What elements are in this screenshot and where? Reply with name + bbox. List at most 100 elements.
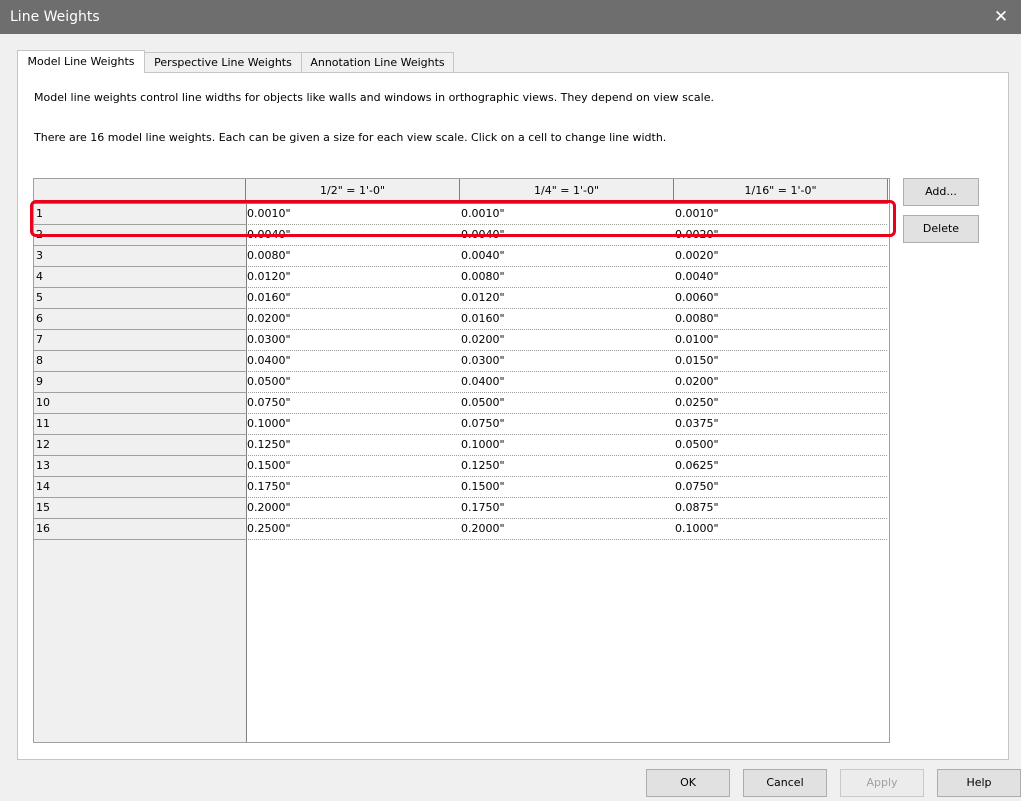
table-cell[interactable]: 0.0120" [246, 267, 459, 288]
row-header[interactable]: 3 [34, 246, 246, 267]
tab-annotation-line-weights[interactable]: Annotation Line Weights [301, 52, 454, 72]
cancel-button[interactable]: Cancel [743, 769, 827, 797]
table-cell[interactable]: 0.0010" [674, 204, 887, 225]
title-bar: Line Weights ✕ [0, 0, 1021, 34]
add-button[interactable]: Add... [903, 178, 979, 206]
table-cell[interactable]: 0.1750" [246, 477, 459, 498]
table-cell[interactable]: 0.0040" [460, 246, 673, 267]
table-cell[interactable]: 0.0300" [246, 330, 459, 351]
table-cell[interactable]: 0.0750" [246, 393, 459, 414]
table-cell[interactable]: 0.1000" [674, 519, 887, 540]
table-row: 15 0.2000" 0.1750" 0.0875" [34, 498, 889, 519]
help-button[interactable]: Help [937, 769, 1021, 797]
delete-button[interactable]: Delete [903, 215, 979, 243]
tab-perspective-line-weights[interactable]: Perspective Line Weights [144, 52, 302, 72]
row-header[interactable]: 6 [34, 309, 246, 330]
row-header[interactable]: 16 [34, 519, 246, 540]
table-cell[interactable]: 0.0020" [674, 246, 887, 267]
table-cell[interactable]: 0.0200" [674, 372, 887, 393]
table-cell[interactable]: 0.0500" [460, 393, 673, 414]
table-cell[interactable]: 0.0160" [460, 309, 673, 330]
table-cell[interactable]: 0.0750" [460, 414, 673, 435]
row-header[interactable]: 2 [34, 225, 246, 246]
table-cell[interactable]: 0.0200" [460, 330, 673, 351]
row-header[interactable]: 9 [34, 372, 246, 393]
apply-button[interactable]: Apply [840, 769, 924, 797]
row-header[interactable]: 10 [34, 393, 246, 414]
table-cell[interactable]: 0.2500" [246, 519, 459, 540]
table-cell[interactable]: 0.0500" [246, 372, 459, 393]
table-row: 8 0.0400" 0.0300" 0.0150" [34, 351, 889, 372]
table-cell[interactable]: 0.0010" [460, 204, 673, 225]
table-cell[interactable]: 0.0100" [674, 330, 887, 351]
table-cell[interactable]: 0.0020" [674, 225, 887, 246]
table-cell[interactable]: 0.0080" [246, 246, 459, 267]
table-cell[interactable]: 0.0875" [674, 498, 887, 519]
row-header[interactable]: 12 [34, 435, 246, 456]
table-cell[interactable]: 0.0010" [246, 204, 459, 225]
table-cell[interactable]: 0.0040" [246, 225, 459, 246]
table-cell[interactable]: 0.0160" [246, 288, 459, 309]
table-cell[interactable]: 0.0200" [246, 309, 459, 330]
table-cell[interactable]: 0.1250" [460, 456, 673, 477]
tab-model-line-weights[interactable]: Model Line Weights [17, 50, 145, 73]
table-cell[interactable]: 0.0080" [674, 309, 887, 330]
table-row: 10 0.0750" 0.0500" 0.0250" [34, 393, 889, 414]
table-row: 5 0.0160" 0.0120" 0.0060" [34, 288, 889, 309]
description-line-2: There are 16 model line weights. Each ca… [34, 131, 667, 144]
table-row: 13 0.1500" 0.1250" 0.0625" [34, 456, 889, 477]
table-cell[interactable]: 0.0060" [674, 288, 887, 309]
table-cell[interactable]: 0.0080" [460, 267, 673, 288]
table-cell[interactable]: 0.1500" [460, 477, 673, 498]
line-weights-grid: 1/2" = 1'-0" 1/4" = 1'-0" 1/16" = 1'-0" … [33, 178, 890, 743]
table-row: 12 0.1250" 0.1000" 0.0500" [34, 435, 889, 456]
tab-panel: Model line weights control line widths f… [17, 72, 1009, 760]
row-header[interactable]: 14 [34, 477, 246, 498]
ok-button[interactable]: OK [646, 769, 730, 797]
table-cell[interactable]: 0.0120" [460, 288, 673, 309]
table-cell[interactable]: 0.1000" [460, 435, 673, 456]
table-cell[interactable]: 0.1000" [246, 414, 459, 435]
table-cell[interactable]: 0.1750" [460, 498, 673, 519]
table-row: 2 0.0040" 0.0040" 0.0020" [34, 225, 889, 246]
column-header-scale-2[interactable]: 1/4" = 1'-0" [460, 179, 674, 204]
row-header[interactable]: 8 [34, 351, 246, 372]
table-cell[interactable]: 0.0375" [674, 414, 887, 435]
table-cell[interactable]: 0.0300" [460, 351, 673, 372]
window-title: Line Weights [10, 9, 100, 25]
row-header[interactable]: 4 [34, 267, 246, 288]
row-header[interactable]: 5 [34, 288, 246, 309]
table-row: 6 0.0200" 0.0160" 0.0080" [34, 309, 889, 330]
table-cell[interactable]: 0.0625" [674, 456, 887, 477]
close-icon[interactable]: ✕ [981, 0, 1021, 34]
table-row: 9 0.0500" 0.0400" 0.0200" [34, 372, 889, 393]
table-cell[interactable]: 0.0750" [674, 477, 887, 498]
row-header[interactable]: 1 [34, 204, 246, 225]
row-header[interactable]: 15 [34, 498, 246, 519]
table-cell[interactable]: 0.0500" [674, 435, 887, 456]
table-cell[interactable]: 0.0040" [674, 267, 887, 288]
column-header-scale-1[interactable]: 1/2" = 1'-0" [246, 179, 460, 204]
table-row: 11 0.1000" 0.0750" 0.0375" [34, 414, 889, 435]
table-cell[interactable]: 0.0250" [674, 393, 887, 414]
table-cell[interactable]: 0.0400" [246, 351, 459, 372]
table-row: 3 0.0080" 0.0040" 0.0020" [34, 246, 889, 267]
table-cell[interactable]: 0.0400" [460, 372, 673, 393]
table-row: 7 0.0300" 0.0200" 0.0100" [34, 330, 889, 351]
table-cell[interactable]: 0.2000" [460, 519, 673, 540]
column-header-scale-3[interactable]: 1/16" = 1'-0" [674, 179, 888, 204]
table-cell[interactable]: 0.1500" [246, 456, 459, 477]
table-row: 14 0.1750" 0.1500" 0.0750" [34, 477, 889, 498]
table-cell[interactable]: 0.2000" [246, 498, 459, 519]
row-header[interactable]: 11 [34, 414, 246, 435]
table-cell[interactable]: 0.1250" [246, 435, 459, 456]
table-row: 1 0.0010" 0.0010" 0.0010" [34, 204, 889, 225]
table-cell[interactable]: 0.0040" [460, 225, 673, 246]
table-row: 16 0.2500" 0.2000" 0.1000" [34, 519, 889, 540]
row-header[interactable]: 7 [34, 330, 246, 351]
table-cell[interactable]: 0.0150" [674, 351, 887, 372]
corner-header [34, 179, 246, 204]
table-row: 4 0.0120" 0.0080" 0.0040" [34, 267, 889, 288]
row-header[interactable]: 13 [34, 456, 246, 477]
description-line-1: Model line weights control line widths f… [34, 91, 714, 104]
